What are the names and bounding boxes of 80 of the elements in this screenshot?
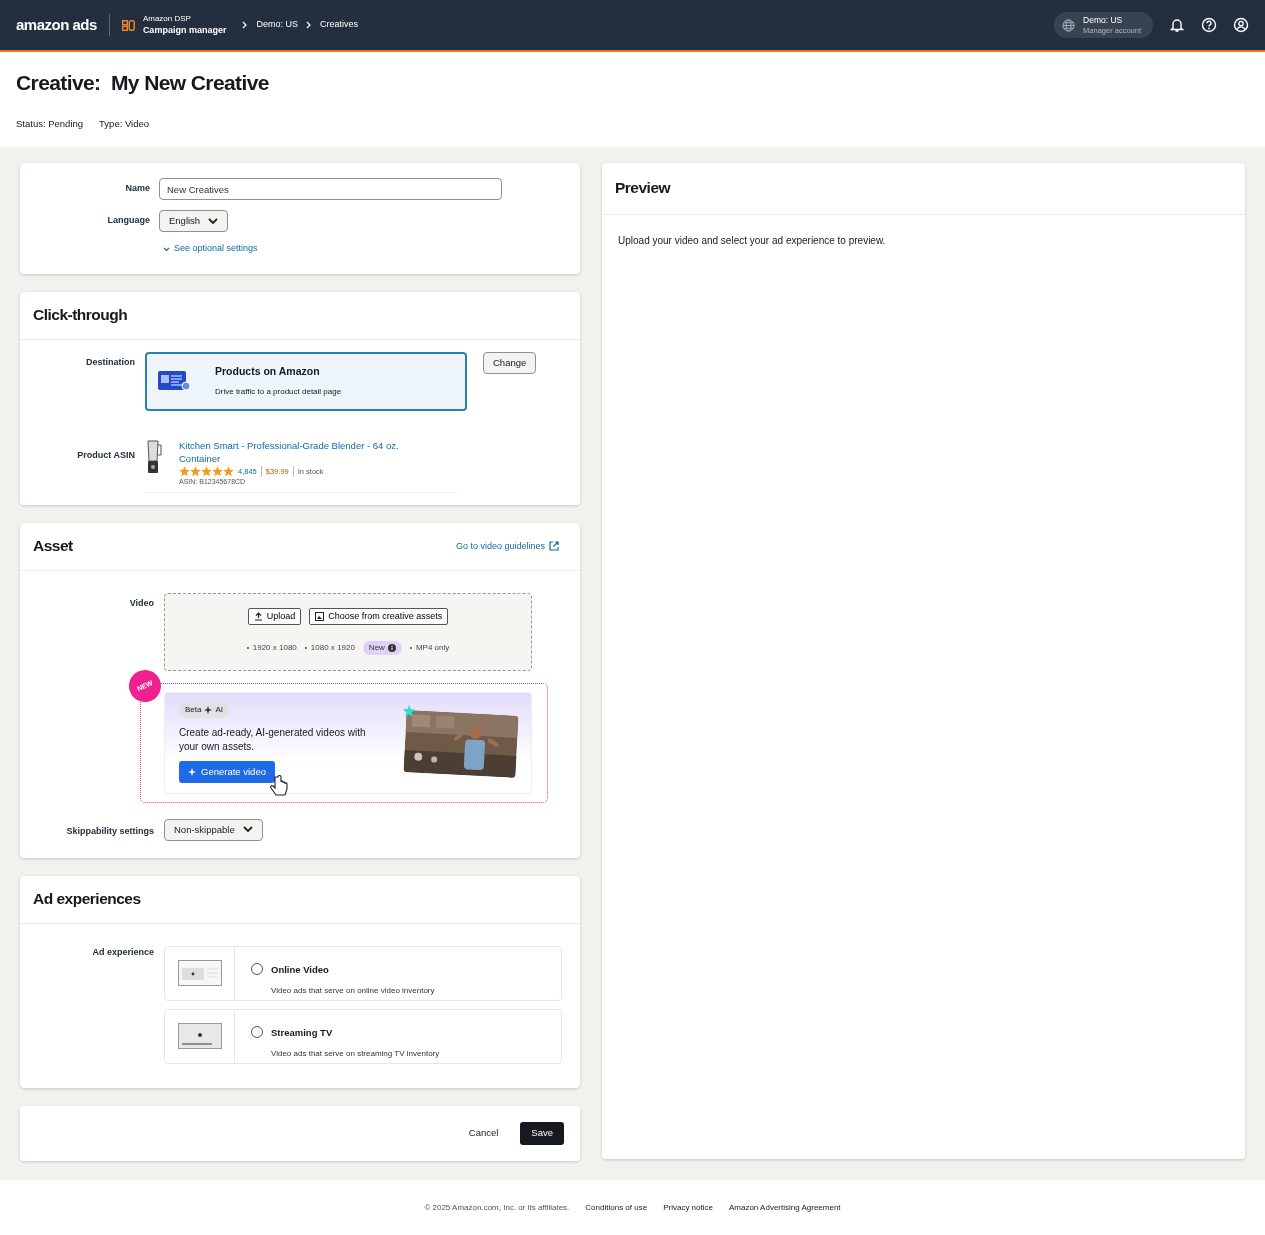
globe-icon [1062, 18, 1076, 32]
chevron-icon [163, 246, 170, 252]
guidelines-link[interactable]: Go to video guidelines [455, 539, 559, 554]
product-name: Amazon DSP [142, 13, 192, 26]
star-icon [403, 704, 415, 717]
upload-button[interactable]: Upload [247, 607, 302, 626]
field-label: Language [106, 214, 150, 228]
help-icon[interactable] [1201, 17, 1217, 33]
field-label: Destination [85, 355, 135, 369]
footer-link[interactable]: Amazon Advertising Agreement [728, 1201, 841, 1214]
logo[interactable]: amazon ads [16, 13, 97, 37]
option-title: Online Video [271, 962, 330, 977]
star-icon [223, 466, 234, 478]
change-button[interactable]: Change [483, 351, 537, 374]
skippability-dropdown[interactable]: Non-skippable [164, 818, 263, 841]
new-badge: New [362, 641, 402, 656]
language-dropdown[interactable]: English [159, 210, 229, 233]
option-description: Video ads that serve on online video inventory [271, 984, 435, 997]
app-name: Campaign manager [142, 25, 227, 37]
sparkle-icon [188, 767, 196, 776]
footer-link[interactable]: Privacy notice [663, 1201, 713, 1214]
destination-title: Products on Amazon [215, 364, 321, 380]
preview-message: Upload your video and select your ad experience to preview. [617, 233, 887, 248]
video-drop-zone[interactable]: Upload Choose from creative assets 1920 x 1080 1080 x 1920 New MP4 only [164, 592, 532, 671]
spec-text: 1920 x 1080 [252, 642, 297, 655]
destination-card[interactable]: Products on Amazon Drive traffic to a product detail page [145, 351, 467, 411]
name-field[interactable]: New Creatives [159, 178, 502, 200]
star-icon [201, 466, 212, 478]
section-title: Ad experiences [33, 890, 142, 909]
blender-icon [145, 438, 163, 475]
field-label: Ad experience [91, 945, 154, 959]
image-icon [315, 612, 325, 622]
breadcrumb-link[interactable]: Demo: US [256, 18, 298, 32]
choose-assets-button[interactable]: Choose from creative assets [309, 607, 449, 626]
tag-text: Beta [185, 703, 202, 716]
field-label: Skippability settings [65, 824, 154, 838]
star-icon [179, 466, 190, 478]
star-icon [212, 466, 223, 478]
caret-icon [242, 826, 253, 834]
external-link-icon [549, 541, 559, 552]
page-title: Creative: My New Creative [16, 70, 270, 96]
field-label: Product ASIN [76, 448, 135, 462]
account-name: Demo: US [1083, 15, 1124, 26]
section-title: Preview [615, 179, 672, 198]
chevron-icon [242, 21, 249, 29]
star-icon [190, 466, 201, 478]
ad-experience-option[interactable]: Streaming TV Video ads that serve on streaming TV inventory [164, 1008, 562, 1064]
field-label: Video [128, 596, 154, 610]
cancel-button[interactable]: Cancel [462, 1125, 505, 1142]
destination-description: Drive traffic to a product detail page [215, 385, 342, 398]
optional-settings-link[interactable]: See optional settings [174, 242, 258, 256]
caret-icon [208, 217, 219, 225]
status-text: Type: Video [99, 117, 150, 132]
footer-link[interactable]: Conditions of use [585, 1201, 648, 1214]
status-text: Status: Pending [16, 117, 84, 132]
upload-icon [253, 612, 263, 622]
notification-icon[interactable] [1169, 17, 1185, 33]
tv-screen-icon [177, 1023, 222, 1050]
spec-text: MP4 only [415, 642, 450, 655]
browser-video-icon [177, 960, 222, 987]
section-title: Asset [33, 537, 73, 556]
breadcrumb-link[interactable]: Creatives [319, 18, 358, 32]
copyright-text: © 2025 Amazon.com, Inc. or its affiliates. [424, 1201, 570, 1214]
product-link[interactable]: Kitchen Smart - Professional-Grade Blender - 64 oz. Container [179, 438, 419, 467]
app-icon[interactable] [121, 19, 135, 31]
spec-text: 1080 x 1920 [310, 642, 355, 655]
ad-experience-option[interactable]: Online Video Video ads that serve on online video inventory [164, 945, 562, 1001]
sparkle-icon [204, 705, 213, 714]
info-icon [387, 644, 396, 653]
save-button[interactable]: Save [520, 1122, 564, 1145]
promo-text: Create ad-ready, AI-generated videos with your own assets. [179, 725, 367, 755]
section-title: Click-through [33, 306, 129, 325]
field-label: Name [124, 182, 150, 196]
generate-video-button[interactable]: Generate video [179, 760, 275, 783]
hand-cursor-icon [269, 774, 289, 797]
option-title: Streaming TV [271, 1025, 334, 1040]
user-icon[interactable] [1233, 17, 1249, 33]
chevron-icon [305, 21, 312, 29]
option-description: Video ads that serve on streaming TV inventory [271, 1047, 440, 1060]
tag-text: AI [215, 703, 224, 716]
